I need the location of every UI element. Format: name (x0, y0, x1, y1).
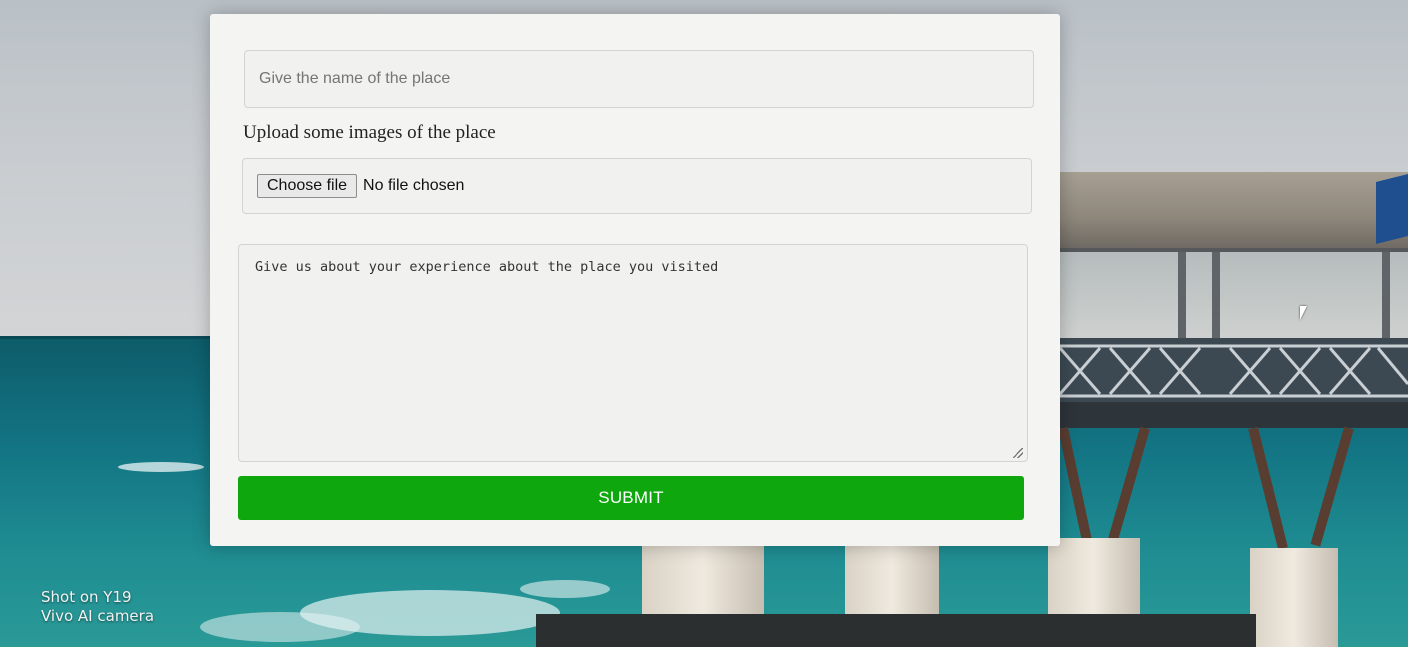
pier-pillar (1250, 548, 1338, 647)
window-frame (1178, 252, 1186, 344)
experience-textarea[interactable]: Give us about your experience about the … (238, 244, 1028, 462)
photo-scene: Upload some images of the place Choose f… (0, 0, 1408, 647)
choose-file-button[interactable]: Choose file (257, 174, 358, 198)
pier-blue-panel (1376, 174, 1408, 244)
wave-foam (200, 612, 360, 642)
file-status-text: No file chosen (363, 177, 465, 194)
pier-roof (1040, 172, 1408, 248)
place-name-input[interactable] (244, 50, 1034, 108)
upload-images-label: Upload some images of the place (243, 122, 496, 143)
pier-deck (1040, 402, 1408, 428)
window-frame (1382, 252, 1390, 344)
pier-railing (1050, 338, 1408, 404)
pier-windows (1050, 248, 1408, 344)
wave-foam (118, 462, 204, 472)
pier-base (536, 614, 1256, 647)
pier-pillar (642, 546, 764, 616)
experience-text: Give us about your experience about the … (255, 259, 719, 275)
mouse-cursor-icon (1300, 306, 1307, 320)
wave-foam (520, 580, 610, 598)
window-frame (1212, 252, 1220, 344)
place-review-form: Upload some images of the place Choose f… (210, 14, 1060, 546)
watermark-line-1: Shot on Y19 (41, 588, 132, 606)
watermark-line-2: Vivo AI camera (41, 607, 155, 625)
camera-watermark: Shot on Y19 Vivo AI camera (41, 588, 154, 626)
submit-button[interactable]: SUBMIT (238, 476, 1024, 520)
resize-handle-icon[interactable] (1013, 448, 1023, 458)
file-upload-field: Choose file No file chosen (242, 158, 1032, 214)
